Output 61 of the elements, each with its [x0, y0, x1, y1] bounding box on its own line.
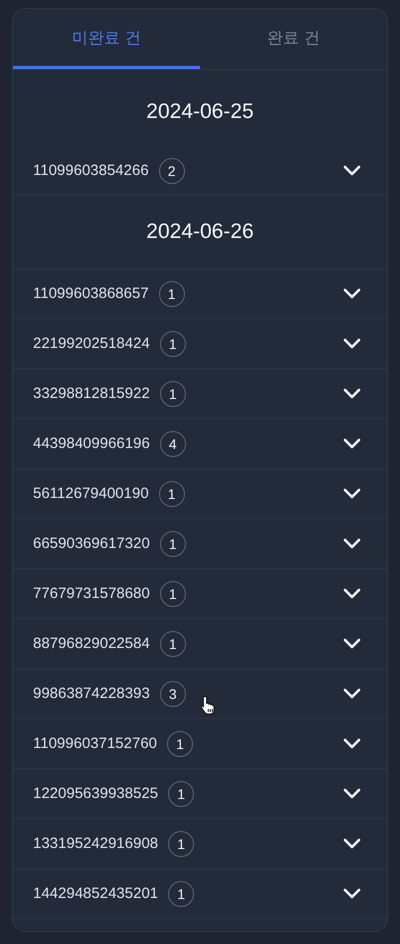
count-badge: 1	[167, 730, 194, 756]
order-number: 133195242916908	[33, 835, 158, 852]
count-badge: 1	[168, 880, 194, 906]
hand-cursor-icon	[200, 695, 216, 715]
count-badge: 2	[158, 158, 185, 184]
order-number: 99863874228393	[33, 685, 150, 702]
chevron-down-icon[interactable]	[343, 788, 361, 799]
order-row[interactable]: 110996037152760 1	[13, 719, 387, 769]
chevron-down-icon[interactable]	[343, 888, 361, 899]
order-number: 110996037152760	[33, 735, 158, 752]
chevron-down-icon[interactable]	[343, 338, 361, 349]
chevron-down-icon[interactable]	[343, 488, 361, 499]
order-row[interactable]: 66590369617320 1	[13, 519, 387, 569]
order-number: 11099603854266	[33, 162, 149, 179]
chevron-down-icon[interactable]	[343, 688, 361, 699]
order-row[interactable]: 11099603854266 2	[13, 146, 387, 196]
order-row[interactable]: 11099603868657 1	[13, 269, 387, 319]
tab[interactable]: 완료 건	[200, 9, 387, 69]
order-number: 11099603868657	[33, 285, 149, 302]
count-badge: 1	[160, 530, 186, 556]
chevron-down-icon[interactable]	[343, 538, 361, 549]
order-number: 33298812815922	[33, 385, 150, 402]
order-row[interactable]: 99863874228393 3	[13, 669, 387, 719]
order-row[interactable]: 56112679400190 1	[13, 469, 387, 519]
count-badge: 1	[160, 580, 186, 606]
order-row[interactable]: 88796829022584 1	[13, 619, 387, 669]
order-row[interactable]: 133195242916908 1	[13, 819, 387, 869]
order-row[interactable]: 122095639938525 1	[13, 769, 387, 819]
count-badge: 1	[168, 830, 194, 856]
order-number: 66590369617320	[33, 535, 150, 552]
count-badge: 1	[158, 280, 185, 306]
date-heading: 2024-06-26	[13, 196, 387, 269]
chevron-down-icon[interactable]	[343, 838, 361, 849]
count-badge: 1	[158, 480, 185, 506]
count-badge: 1	[160, 380, 186, 406]
order-number: 144294852435201	[33, 885, 158, 902]
tab[interactable]: 미완료 건	[13, 9, 200, 69]
date-heading: 2024-06-25	[145, 99, 255, 125]
count-badge: 1	[160, 630, 186, 656]
count-badge: 1	[168, 780, 194, 806]
count-badge: 3	[160, 680, 186, 706]
chevron-down-icon[interactable]	[343, 638, 361, 649]
order-number: 56112679400190	[33, 485, 149, 502]
order-row[interactable]: 77679731578680 1	[13, 569, 387, 619]
count-badge: 1	[160, 330, 186, 356]
chevron-down-icon[interactable]	[343, 738, 361, 749]
chevron-down-icon[interactable]	[343, 438, 361, 449]
order-row[interactable]: 44398409966196 4	[13, 419, 387, 469]
order-row[interactable]: 22199202518424 1	[13, 319, 387, 369]
count-badge: 4	[160, 430, 186, 456]
order-number: 88796829022584	[33, 635, 150, 652]
order-row[interactable]: 33298812815922 1	[13, 369, 387, 419]
chevron-down-icon[interactable]	[343, 288, 361, 299]
order-number: 122095639938525	[33, 785, 158, 802]
chevron-down-icon[interactable]	[343, 388, 361, 399]
chevron-down-icon[interactable]	[343, 588, 361, 599]
order-number: 44398409966196	[33, 435, 150, 452]
order-number: 77679731578680	[33, 585, 150, 602]
chevron-down-icon[interactable]	[343, 165, 361, 176]
order-row[interactable]: 144294852435201 1	[13, 869, 387, 919]
order-number: 22199202518424	[33, 335, 150, 352]
